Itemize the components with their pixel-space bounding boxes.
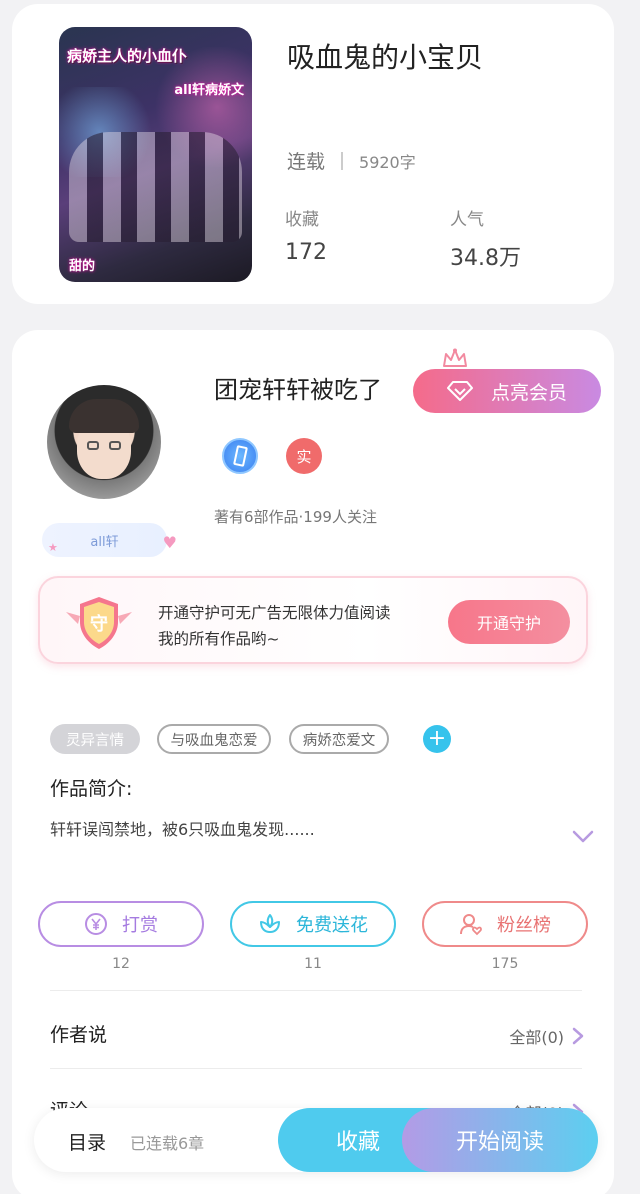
- popularity-value: 34.8万: [450, 246, 521, 271]
- intro-text: 轩轩误闯禁地，被6只吸血鬼发现......: [50, 820, 315, 839]
- divider: [50, 1068, 582, 1069]
- collect-count-label: 收藏: [285, 210, 319, 230]
- heart-icon: ♥: [162, 533, 177, 552]
- author-card: 团宠轩轩被吃了 点亮会员 实 著有6部作品·199人关注 ★ all轩 ♥ 守 …: [12, 330, 614, 1194]
- reward-count: 12: [112, 956, 130, 972]
- divider: [50, 990, 582, 991]
- yen-coin-icon: [85, 913, 107, 935]
- send-flower-button[interactable]: 免费送花: [230, 901, 396, 947]
- book-title: 吸血鬼的小宝贝: [287, 41, 484, 74]
- intro-heading: 作品简介:: [50, 778, 133, 800]
- vip-button-label: 点亮会员: [490, 381, 567, 404]
- flower-count: 11: [304, 956, 322, 972]
- chevron-down-icon[interactable]: [572, 830, 594, 844]
- guard-line-2: 我的所有作品哟~: [158, 630, 280, 648]
- phone-icon: [232, 445, 248, 467]
- shield-char: 守: [90, 613, 108, 635]
- phone-badge-icon[interactable]: [222, 438, 258, 474]
- crown-icon: [443, 348, 467, 367]
- avatar-glasses: [109, 441, 121, 450]
- author-name[interactable]: 团宠轩轩被吃了: [214, 370, 382, 405]
- fans-count: 175: [491, 956, 519, 972]
- bottom-action-bar: 目录 已连载6章 收藏 开始阅读: [34, 1108, 598, 1172]
- user-heart-icon: [460, 914, 482, 936]
- cover-title-text: 病娇主人的小血仆: [67, 47, 188, 65]
- real-name-badge[interactable]: 实: [286, 438, 322, 474]
- cover-image: [69, 132, 242, 242]
- diamond-icon: [446, 381, 473, 401]
- author-says-title: 作者说: [50, 1024, 108, 1046]
- collect-button-label: 收藏: [335, 1130, 380, 1155]
- fan-ranking-button[interactable]: 粉丝榜: [422, 901, 588, 947]
- book-cover[interactable]: 病娇主人的小血仆 all轩病娇文 甜的: [59, 27, 252, 282]
- author-says-more-link[interactable]: 全部(0): [509, 1024, 584, 1048]
- guard-line-1: 开通守护可无广告无限体力值阅读: [158, 604, 391, 622]
- author-says-count: 全部(0): [509, 1028, 564, 1047]
- table-of-contents-button[interactable]: 目录: [68, 1128, 106, 1155]
- avatar-glasses: [87, 441, 99, 450]
- guard-promo-banner: 守 开通守护可无广告无限体力值阅读 我的所有作品哟~ 开通守护: [38, 576, 588, 664]
- activate-guard-button[interactable]: 开通守护: [448, 600, 570, 644]
- author-tag: ★ all轩 ♥: [42, 523, 177, 557]
- author-tag-label: all轩: [90, 534, 119, 550]
- author-avatar[interactable]: [47, 385, 161, 499]
- start-reading-button[interactable]: 开始阅读: [402, 1108, 598, 1172]
- star-icon: ★: [48, 541, 58, 554]
- book-status: 连载: [287, 151, 326, 173]
- meta-divider: [341, 151, 344, 170]
- activate-vip-button[interactable]: 点亮会员: [413, 369, 601, 413]
- flower-icon: [260, 914, 280, 933]
- cover-corner-text: 甜的: [69, 259, 96, 274]
- author-stats: 著有6部作品·199人关注: [214, 508, 377, 526]
- book-meta: 连载 5920字: [287, 147, 416, 174]
- book-info-card: 病娇主人的小血仆 all轩病娇文 甜的 吸血鬼的小宝贝 连载 5920字 收藏 …: [12, 4, 614, 304]
- reward-button[interactable]: 打赏: [38, 901, 204, 947]
- genre-tag[interactable]: 病娇恋爱文: [289, 724, 389, 754]
- send-flower-label: 免费送花: [296, 915, 368, 936]
- word-count: 5920字: [359, 152, 416, 172]
- collect-count-value: 172: [285, 240, 327, 265]
- genre-tag[interactable]: 灵异言情: [50, 724, 140, 754]
- shield-icon: 守: [66, 597, 132, 649]
- cover-subtitle-text: all轩病娇文: [174, 83, 244, 98]
- serial-status: 已连载6章: [130, 1134, 205, 1153]
- genre-tag[interactable]: 与吸血鬼恋爱: [157, 724, 271, 754]
- avatar-hair: [69, 399, 139, 433]
- fan-ranking-label: 粉丝榜: [497, 915, 551, 936]
- add-tag-button[interactable]: +: [423, 725, 451, 753]
- popularity-label: 人气: [450, 210, 484, 230]
- guard-description: 开通守护可无广告无限体力值阅读 我的所有作品哟~: [158, 600, 391, 652]
- chevron-right-icon: [572, 1027, 584, 1045]
- reward-label: 打赏: [122, 915, 158, 936]
